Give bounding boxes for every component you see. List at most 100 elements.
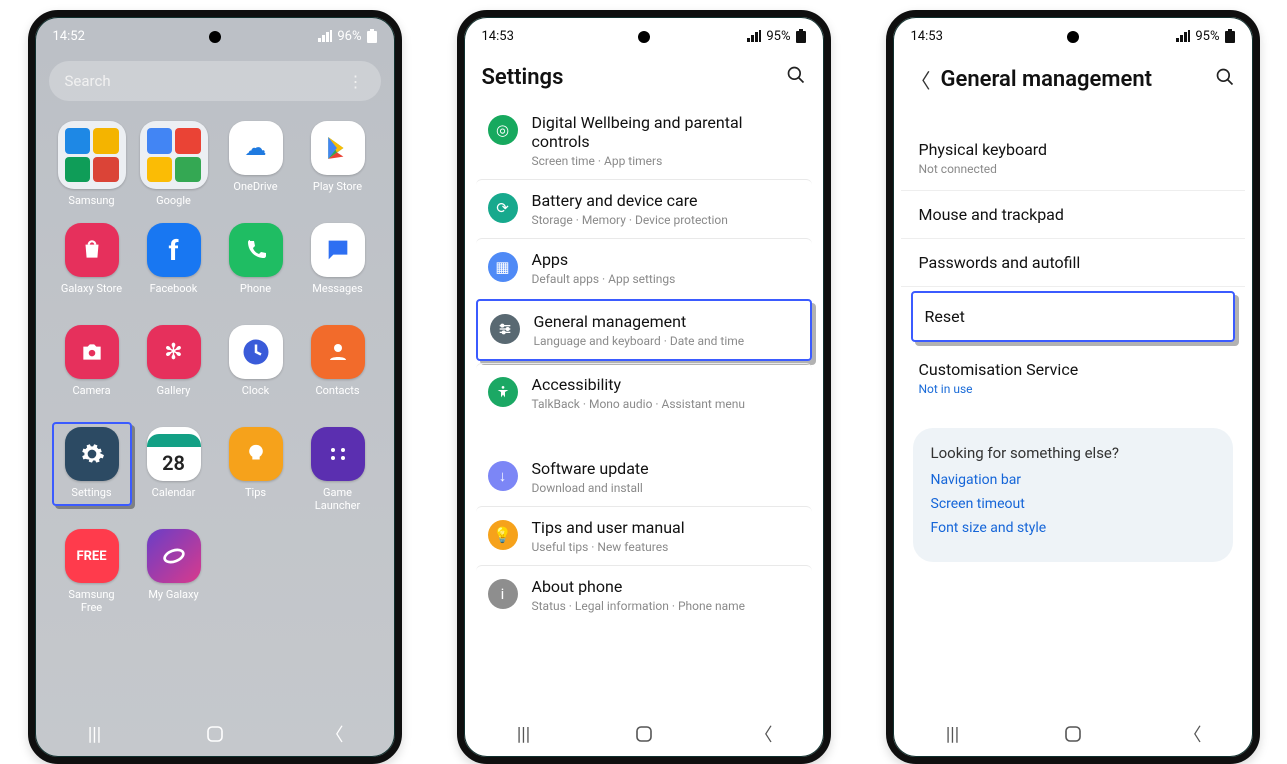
app-google-folder[interactable]: Google: [139, 121, 209, 208]
settings-icon: [65, 427, 119, 481]
nav-back[interactable]: 〈: [752, 721, 776, 747]
item-apps[interactable]: ▦ Apps Default apps · App settings: [476, 238, 812, 297]
update-icon: ↓: [488, 461, 518, 491]
apps-icon: ▦: [488, 252, 518, 282]
app-onedrive[interactable]: ☁ OneDrive: [221, 121, 291, 194]
link-font-size[interactable]: Font size and style: [931, 520, 1215, 536]
item-accessibility[interactable]: Accessibility TalkBack · Mono audio · As…: [476, 363, 812, 422]
item-battery-care[interactable]: ⟳ Battery and device care Storage · Memo…: [476, 179, 812, 238]
status-battery: 96%: [337, 29, 361, 44]
search-placeholder: Search: [65, 72, 111, 90]
nav-recents[interactable]: |||: [83, 724, 107, 745]
link-screen-timeout[interactable]: Screen timeout: [931, 496, 1215, 512]
game-icon: [311, 427, 365, 481]
search-icon[interactable]: [1215, 67, 1235, 92]
free-icon: FREE: [65, 529, 119, 583]
search-icon[interactable]: [786, 65, 806, 90]
camera-hole: [209, 31, 221, 43]
item-passwords-autofill[interactable]: Passwords and autofill: [901, 239, 1245, 287]
phone-icon: [229, 223, 283, 277]
item-about-phone[interactable]: i About phone Status · Legal information…: [476, 565, 812, 624]
nav-home[interactable]: [632, 726, 656, 742]
app-camera[interactable]: Camera: [57, 325, 127, 398]
item-mouse-trackpad[interactable]: Mouse and trackpad: [901, 191, 1245, 239]
contacts-icon: [311, 325, 365, 379]
search-bar[interactable]: Search ⋮: [49, 61, 381, 101]
status-time: 14:53: [911, 29, 943, 44]
app-settings[interactable]: Settings: [52, 422, 132, 506]
nav-recents[interactable]: |||: [941, 724, 965, 745]
app-my-galaxy[interactable]: My Galaxy: [139, 529, 209, 602]
suggestion-box: Looking for something else? Navigation b…: [913, 428, 1233, 562]
messages-icon: [311, 223, 365, 277]
phone-general-management: 14:53 95% 〈 General management Physical …: [886, 10, 1260, 764]
settings-list[interactable]: ◎ Digital Wellbeing and parental control…: [464, 102, 824, 711]
app-grid: Samsung Google ☁ OneDrive Play Store Gal…: [35, 115, 395, 711]
status-battery: 95%: [766, 29, 790, 44]
general-icon: [490, 314, 520, 344]
page-header: 〈 General management: [893, 55, 1253, 106]
battery-icon: [367, 29, 377, 43]
suggestion-heading: Looking for something else?: [931, 444, 1215, 462]
app-messages[interactable]: Messages: [303, 223, 373, 296]
gallery-icon: ✻: [147, 325, 201, 379]
nav-home[interactable]: [1061, 726, 1085, 742]
item-digital-wellbeing[interactable]: ◎ Digital Wellbeing and parental control…: [476, 102, 812, 179]
status-right: 95%: [1176, 29, 1234, 44]
item-software-update[interactable]: ↓ Software update Download and install: [476, 448, 812, 506]
item-physical-keyboard[interactable]: Physical keyboard Not connected: [901, 126, 1245, 191]
app-clock[interactable]: Clock: [221, 325, 291, 398]
app-play-store[interactable]: Play Store: [303, 121, 373, 194]
nav-recents[interactable]: |||: [512, 724, 536, 745]
status-time: 14:52: [53, 29, 85, 44]
general-list[interactable]: Physical keyboard Not connected Mouse an…: [893, 106, 1253, 711]
accessibility-icon: [488, 377, 518, 407]
nav-back[interactable]: 〈: [323, 721, 347, 747]
app-facebook[interactable]: f Facebook: [139, 223, 209, 296]
page-header: Settings: [464, 55, 824, 102]
status-time: 14:53: [482, 29, 514, 44]
facebook-icon: f: [147, 223, 201, 277]
page-title: Settings: [482, 65, 564, 90]
back-icon[interactable]: 〈: [911, 65, 931, 94]
app-galaxy-store[interactable]: Galaxy Store: [57, 223, 127, 296]
phone-home-screen: 14:52 96% Search ⋮ Samsung Google: [28, 10, 402, 764]
app-game-launcher[interactable]: Game Launcher: [303, 427, 373, 512]
status-right: 95%: [747, 29, 805, 44]
app-gallery[interactable]: ✻ Gallery: [139, 325, 209, 398]
app-phone[interactable]: Phone: [221, 223, 291, 296]
battery-icon: [796, 29, 806, 43]
tips-icon: 💡: [488, 520, 518, 550]
nav-bar: ||| 〈: [35, 711, 395, 757]
onedrive-icon: ☁: [229, 121, 283, 175]
phone-settings: 14:53 95% Settings ◎ Digital Wellbeing a…: [457, 10, 831, 764]
more-icon[interactable]: ⋮: [348, 72, 365, 91]
camera-hole: [1067, 31, 1079, 43]
item-customisation-service[interactable]: Customisation Service Not in use: [901, 346, 1245, 410]
app-contacts[interactable]: Contacts: [303, 325, 373, 398]
folder-icon: [140, 121, 208, 189]
nav-back[interactable]: 〈: [1181, 721, 1205, 747]
item-reset[interactable]: Reset: [911, 291, 1235, 342]
wellbeing-icon: ◎: [488, 115, 518, 145]
camera-icon: [65, 325, 119, 379]
item-general-management[interactable]: General management Language and keyboard…: [476, 299, 812, 361]
clock-icon: [229, 325, 283, 379]
about-icon: i: [488, 579, 518, 609]
signal-icon: [747, 30, 761, 42]
nav-home[interactable]: [203, 726, 227, 742]
battery-icon: [1225, 29, 1235, 43]
app-samsung-free[interactable]: FREE Samsung Free: [57, 529, 127, 614]
galaxy-icon: [147, 529, 201, 583]
app-tips[interactable]: Tips: [221, 427, 291, 500]
folder-icon: [58, 121, 126, 189]
calendar-icon: 28: [147, 427, 201, 481]
page-title: General management: [941, 67, 1153, 92]
app-calendar[interactable]: 28 Calendar: [139, 427, 209, 500]
link-nav-bar[interactable]: Navigation bar: [931, 472, 1215, 488]
item-tips-manual[interactable]: 💡 Tips and user manual Useful tips · New…: [476, 506, 812, 565]
tips-icon: [229, 427, 283, 481]
play-icon: [311, 121, 365, 175]
status-battery: 95%: [1195, 29, 1219, 44]
app-samsung-folder[interactable]: Samsung: [57, 121, 127, 208]
